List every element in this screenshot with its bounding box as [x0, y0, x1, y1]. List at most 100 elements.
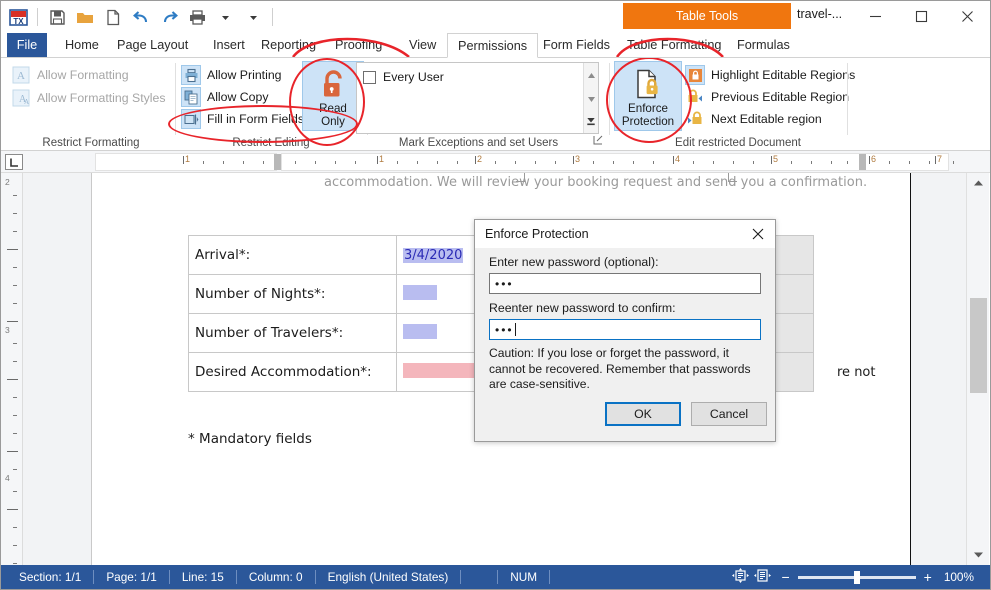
dialog-title-bar: Enforce Protection [475, 220, 775, 248]
caution-text: Caution: If you lose or forget the passw… [489, 346, 751, 391]
previous-editable-region-item[interactable]: Previous Editable Region [685, 86, 849, 108]
next-editable-region-item[interactable]: Next Editable region [685, 108, 822, 130]
confirm-password-value: ••• [495, 322, 514, 337]
users-list[interactable]: Every User [356, 62, 599, 134]
ruler-major-tick-8 [935, 156, 936, 164]
allow-copy-item[interactable]: Allow Copy [181, 86, 269, 108]
form-field-icon [181, 109, 201, 129]
left-margin-handle[interactable] [274, 154, 281, 170]
scroll-down-icon[interactable] [587, 90, 596, 108]
status-page[interactable]: Page: 1/1 [94, 570, 169, 584]
tab-formulas[interactable]: Formulas [727, 33, 800, 57]
tab-view[interactable]: View [399, 33, 446, 57]
draft-view-icon[interactable] [754, 568, 772, 586]
ruler-number-8: 7 [937, 154, 943, 164]
nights-form-field[interactable] [403, 284, 437, 300]
minimize-icon[interactable] [852, 1, 898, 31]
password-input[interactable]: ••• [489, 273, 761, 294]
allow-formatting-styles-item[interactable]: AA Allow Formatting Styles [11, 87, 165, 109]
scrollbar-thumb[interactable] [970, 298, 987, 393]
zoom-in-button[interactable]: + [924, 569, 932, 585]
enforce-protection-dialog[interactable]: Enforce Protection Enter new password (o… [474, 219, 776, 442]
tab-reporting[interactable]: Reporting [251, 33, 326, 57]
tab-insert[interactable]: Insert [203, 33, 255, 57]
scroll-up-icon[interactable] [587, 66, 596, 84]
redo-icon[interactable] [156, 4, 182, 30]
arrival-form-field[interactable]: 3/4/2020 [403, 248, 464, 263]
tab-table-formatting[interactable]: Table Formatting [617, 33, 732, 57]
save-icon[interactable] [44, 4, 70, 30]
previous-lock-icon [685, 87, 705, 107]
close-icon[interactable] [944, 1, 990, 31]
ruler-major-tick-2 [377, 156, 378, 164]
enforce-protection-button[interactable]: Enforce Protection [614, 61, 682, 131]
print-dropdown-icon[interactable] [212, 4, 238, 30]
vertical-ruler[interactable]: 2 3 4 5 [1, 173, 23, 582]
fill-in-form-fields-item[interactable]: Fill in Form Fields [181, 108, 304, 130]
group-label-restrict-editing: Restrict Editing [232, 137, 310, 149]
allow-printing-label: Allow Printing [207, 68, 282, 82]
new-document-icon[interactable] [100, 4, 126, 30]
ribbon: A Allow Formatting AA Allow Formatting S… [1, 58, 990, 151]
tab-proofing[interactable]: Proofing [325, 33, 392, 57]
right-margin-handle[interactable] [859, 154, 866, 170]
allow-formatting-label: Allow Formatting [37, 68, 129, 82]
zoom-level-label[interactable]: 100% [932, 570, 990, 584]
scroll-down-arrow-icon[interactable] [967, 545, 990, 565]
vertical-scrollbar[interactable] [966, 173, 989, 565]
scroll-up-arrow-icon[interactable] [967, 173, 990, 193]
status-num-lock[interactable]: NUM [498, 570, 549, 584]
left-tab-stop-icon[interactable] [5, 154, 23, 170]
text-boundary-mark-2 [728, 173, 737, 182]
confirm-password-input[interactable]: ••• [489, 319, 761, 340]
zoom-out-button[interactable]: − [781, 569, 789, 585]
dialog-close-icon[interactable] [747, 224, 769, 244]
dialog-launcher-icon[interactable] [593, 135, 603, 148]
tab-form-fields[interactable]: Form Fields [533, 33, 620, 57]
mandatory-fields-note: * Mandatory fields [188, 431, 312, 447]
ok-button[interactable]: OK [605, 402, 681, 426]
tab-home[interactable]: Home [55, 33, 109, 57]
read-only-button[interactable]: Read Only [302, 61, 364, 131]
fill-in-form-fields-label: Fill in Form Fields [207, 112, 305, 126]
allow-formatting-item[interactable]: A Allow Formatting [11, 64, 129, 86]
status-line[interactable]: Line: 15 [170, 570, 236, 584]
ruler-major-tick-5 [673, 156, 674, 164]
tab-permissions[interactable]: Permissions [447, 33, 539, 58]
zoom-slider[interactable] [797, 570, 916, 584]
read-only-label-line1: Read [319, 102, 347, 115]
tab-file[interactable]: File [7, 33, 47, 57]
previous-editable-region-label: Previous Editable Region [711, 90, 850, 104]
cancel-button[interactable]: Cancel [691, 402, 767, 426]
app-logo-icon: TX [5, 4, 31, 30]
zoom-slider-thumb[interactable] [853, 570, 860, 584]
next-editable-region-label: Next Editable region [711, 112, 822, 126]
ruler-number-6: 5 [773, 154, 779, 164]
status-divider [460, 570, 462, 584]
partial-cell-text: re not [837, 365, 876, 380]
travelers-form-field[interactable] [403, 323, 437, 339]
scroll-bottom-icon[interactable] [586, 113, 596, 131]
status-column[interactable]: Column: 0 [237, 570, 315, 584]
every-user-checkbox[interactable] [363, 70, 376, 84]
read-only-label-line2: Only [321, 115, 345, 128]
highlight-editable-regions-item[interactable]: Highlight Editable Regions [685, 64, 855, 86]
maximize-icon[interactable] [898, 1, 944, 31]
ruler-number: 1 [185, 154, 191, 164]
tab-page-layout[interactable]: Page Layout [107, 33, 198, 57]
open-folder-icon[interactable] [72, 4, 98, 30]
print-icon[interactable] [184, 4, 210, 30]
customize-qat-icon[interactable] [240, 4, 266, 30]
vruler-number-2: 2 [5, 177, 10, 187]
undo-icon[interactable] [128, 4, 154, 30]
users-list-scrollbar[interactable] [583, 63, 598, 133]
horizontal-ruler[interactable]: 1 1 2 3 4 5 6 7 [1, 151, 990, 173]
svg-text:TX: TX [13, 17, 24, 26]
next-lock-icon [685, 109, 705, 129]
page-view-icon[interactable] [732, 568, 750, 586]
list-item[interactable]: Every User [363, 70, 444, 84]
allow-printing-item[interactable]: Allow Printing [181, 64, 282, 86]
status-language[interactable]: English (United States) [316, 570, 461, 584]
status-section[interactable]: Section: 1/1 [1, 570, 93, 584]
ruler-number-4: 3 [575, 154, 581, 164]
